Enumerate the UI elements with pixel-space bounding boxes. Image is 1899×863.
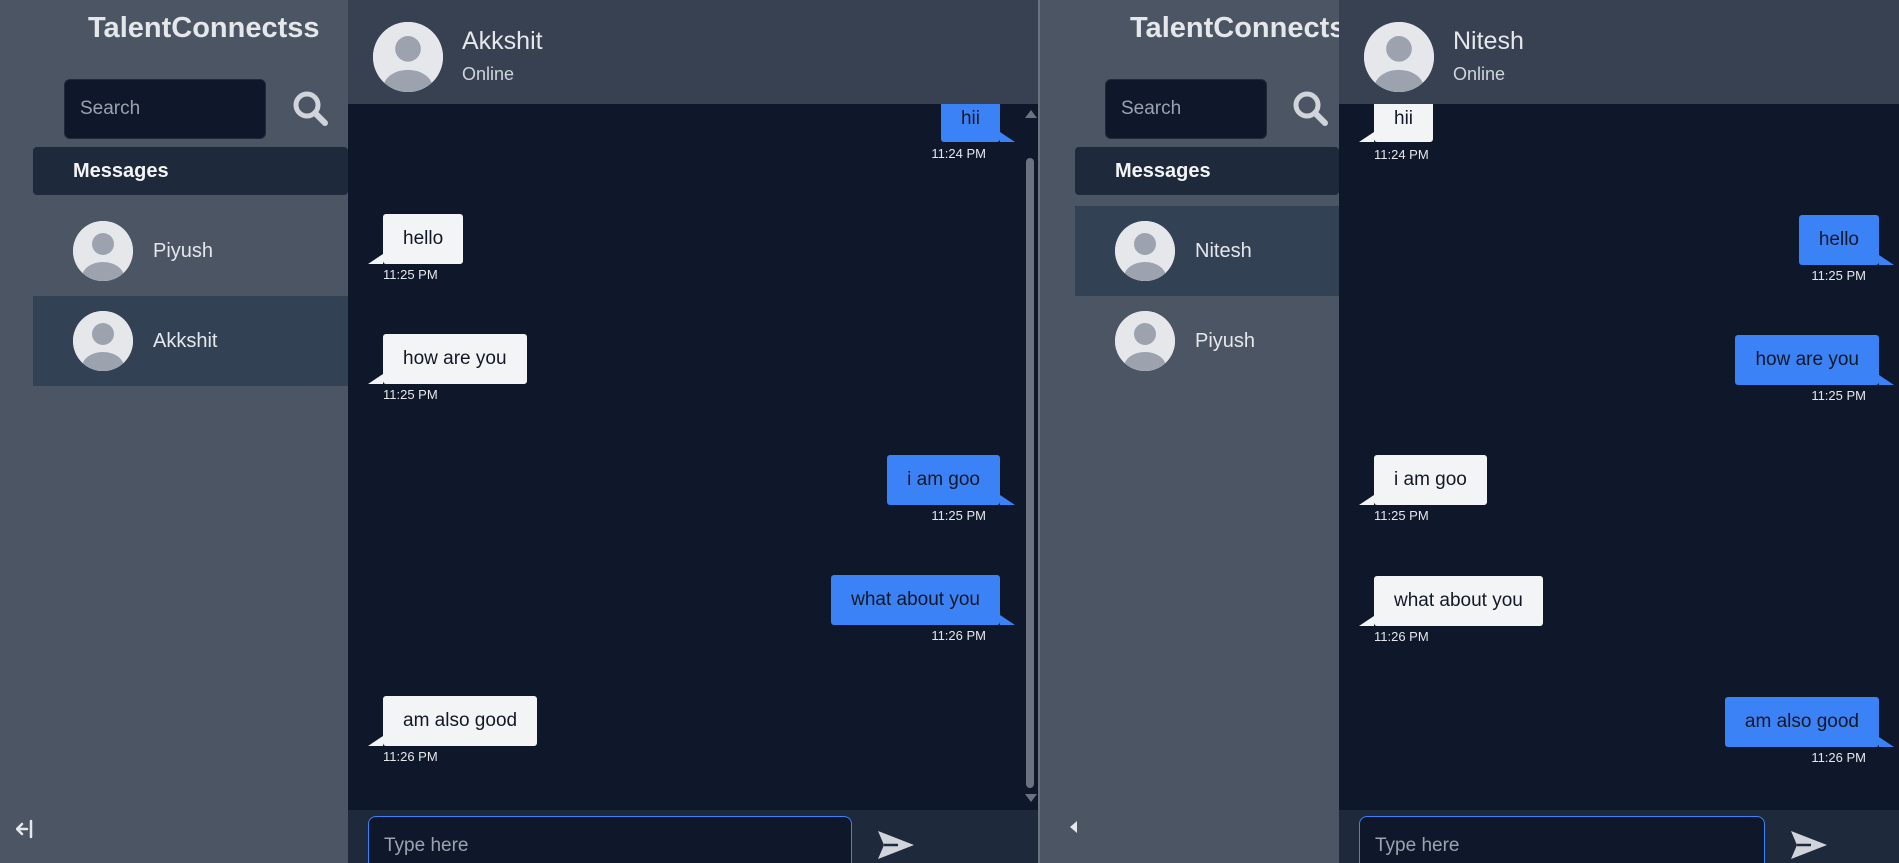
message-bubble: hii [1358, 104, 1434, 142]
chat-header: Nitesh Online [1339, 0, 1899, 104]
chat-contact-status: Online [1453, 64, 1506, 84]
message-bubble: am also good [367, 696, 538, 746]
message-time: 11:26 PM [1811, 750, 1866, 765]
app-title: TalentConnectss [1130, 12, 1362, 44]
app-title: TalentConnectss [88, 12, 320, 44]
message-bubble: how are you [368, 334, 527, 384]
message-bubble: what about you [831, 575, 1015, 625]
chat-panel: Nitesh Online hii 11:24 PM hello 11:25 P… [1339, 0, 1899, 863]
contact-item-piyush[interactable]: Piyush [33, 206, 348, 296]
message-bubble: i am goo [887, 455, 1015, 505]
message-time: 11:24 PM [1374, 147, 1429, 162]
search-input[interactable] [64, 79, 266, 139]
composer [348, 810, 1038, 863]
contact-name: Piyush [153, 239, 214, 262]
message-list: hii 11:24 PM hello 11:25 PM how are you … [1339, 104, 1899, 810]
chat-panel: Akkshit Online hii 11:24 PM hello 11:25 … [348, 0, 1038, 863]
sidebar: TalentConnectss Messages Nitesh Piyush [1040, 0, 1362, 863]
message-bubble: hello [367, 214, 464, 264]
contact-item-piyush[interactable]: Piyush [1075, 296, 1339, 386]
contact-name: Piyush [1195, 329, 1256, 352]
message-bubble: what about you [1359, 576, 1543, 626]
message-scrollbar[interactable] [1022, 104, 1038, 810]
scroll-up-icon[interactable] [1025, 110, 1037, 118]
message-time: 11:25 PM [1374, 508, 1429, 523]
message-input[interactable] [1359, 816, 1765, 863]
logout-icon[interactable] [15, 818, 38, 840]
message-bubble: am also good [1724, 697, 1895, 747]
message-time: 11:26 PM [383, 749, 438, 764]
sidebar: TalentConnectss Messages Piyush Akkshit [0, 0, 348, 863]
chat-window-right: TalentConnectss Messages Nitesh Piyush [1040, 0, 1899, 863]
search-icon[interactable] [1290, 88, 1330, 128]
message-time: 11:25 PM [1811, 268, 1866, 283]
messages-header: Messages [1075, 147, 1339, 195]
messages-header: Messages [33, 147, 348, 195]
avatar [73, 311, 133, 371]
message-bubble: hii [940, 104, 1016, 142]
message-time: 11:25 PM [931, 508, 986, 523]
message-time: 11:26 PM [931, 628, 986, 643]
chat-contact-status: Online [462, 64, 515, 84]
message-time: 11:26 PM [1374, 629, 1429, 644]
message-bubble: how are you [1735, 335, 1894, 385]
send-icon[interactable] [876, 828, 916, 862]
message-time: 11:25 PM [383, 267, 438, 282]
contact-item-akkshit[interactable]: Akkshit [33, 296, 348, 386]
composer [1339, 810, 1899, 863]
search-icon[interactable] [290, 88, 330, 128]
send-icon[interactable] [1789, 828, 1829, 862]
search-input[interactable] [1105, 79, 1267, 139]
message-time: 11:24 PM [931, 146, 986, 161]
message-bubble: hello [1798, 215, 1895, 265]
message-input[interactable] [368, 816, 852, 863]
message-time: 11:25 PM [383, 387, 438, 402]
chat-header: Akkshit Online [348, 0, 1038, 104]
avatar [1115, 311, 1175, 371]
avatar [373, 22, 443, 92]
contact-name: Nitesh [1195, 239, 1252, 262]
avatar [73, 221, 133, 281]
contact-item-nitesh[interactable]: Nitesh [1075, 206, 1339, 296]
chat-window-left: TalentConnectss Messages Piyush Akkshit [0, 0, 1038, 863]
message-list: hii 11:24 PM hello 11:25 PM how are you … [348, 104, 1038, 810]
message-time: 11:25 PM [1811, 388, 1866, 403]
collapse-arrow-icon[interactable] [1067, 818, 1081, 836]
chat-contact-name: Akkshit [462, 27, 543, 55]
contact-name: Akkshit [153, 329, 218, 352]
message-bubble: i am goo [1359, 455, 1487, 505]
avatar [1364, 22, 1434, 92]
chat-contact-name: Nitesh [1453, 27, 1524, 55]
scroll-thumb[interactable] [1026, 158, 1034, 788]
scroll-down-icon[interactable] [1025, 794, 1037, 802]
avatar [1115, 221, 1175, 281]
